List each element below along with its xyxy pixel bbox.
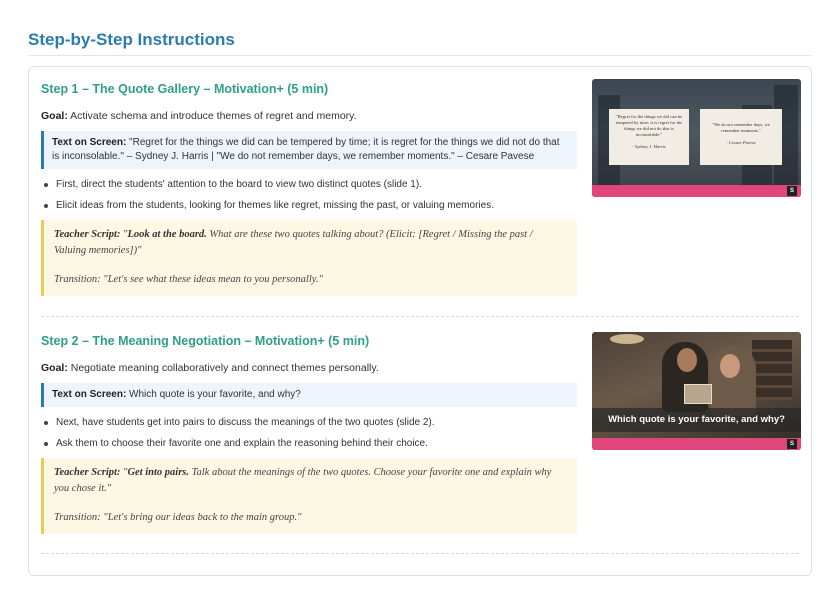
script-label: Teacher Script: (54, 467, 121, 478)
screen-text: "Regret for the things we did can be tem… (52, 137, 560, 162)
step-heading: Step 1 – The Quote Gallery – Motivation+… (41, 82, 329, 96)
person-face (720, 354, 740, 378)
brand-logo-icon: S (787, 186, 797, 196)
step-2: Step 2 – The Meaning Negotiation – Motiv… (41, 331, 577, 534)
screen-text: Which quote is your favorite, and why? (126, 389, 301, 400)
text-on-screen-box: Text on Screen: Which quote is your favo… (41, 383, 577, 407)
photo-shape (684, 384, 712, 404)
teacher-script-box: Teacher Script: "Get into pairs. Talk ab… (41, 458, 577, 534)
quote-1-text: "Regret for the things we did can be tem… (615, 114, 683, 137)
list-item: Next, have students get into pairs to di… (41, 416, 577, 430)
teacher-script-box: Teacher Script: "Look at the board. What… (41, 220, 577, 296)
slide-footer-bar (592, 438, 801, 450)
page-title: Step-by-Step Instructions (28, 30, 235, 49)
step-divider (41, 316, 799, 317)
list-item: Ask them to choose their favorite one an… (41, 437, 577, 451)
slide-caption: Which quote is your favorite, and why? (592, 408, 801, 432)
screen-label: Text on Screen: (52, 137, 127, 148)
step-heading: Step 2 – The Meaning Negotiation – Motiv… (41, 334, 370, 348)
step-1: Step 1 – The Quote Gallery – Motivation+… (41, 79, 577, 296)
step-bullets: First, direct the students' attention to… (41, 178, 577, 213)
screen-label: Text on Screen: (52, 389, 127, 400)
title-divider (28, 55, 812, 56)
list-item: First, direct the students' attention to… (41, 178, 577, 192)
slide-1-thumbnail: "Regret for the things we did can be tem… (592, 79, 801, 197)
person-face (677, 348, 697, 372)
quote-2-author: - Cesare Pavese (726, 140, 756, 145)
lamp-glow (610, 334, 644, 344)
list-item: Elicit ideas from the students, looking … (41, 199, 577, 213)
slide-2-thumbnail: Which quote is your favorite, and why? S (592, 332, 801, 450)
goal-text: Activate schema and introduce themes of … (67, 110, 357, 122)
goal-text: Negotiate meaning collaboratively and co… (67, 362, 379, 374)
transition-text: Transition: "Let's see what these ideas … (54, 274, 323, 285)
script-label: Teacher Script: (54, 229, 121, 240)
quote-1-author: - Sydney J. Harris (632, 144, 666, 149)
goal-label: Goal: (41, 110, 68, 122)
quote-2-text: "We do not remember days, we remember mo… (712, 122, 770, 133)
brand-logo-icon: S (787, 439, 797, 449)
quote-card-1: "Regret for the things we did can be tem… (609, 109, 689, 165)
bookshelf-shape (752, 340, 792, 400)
text-on-screen-box: Text on Screen: "Regret for the things w… (41, 131, 577, 169)
teacher-script: Teacher Script: "Look at the board. What… (54, 227, 567, 259)
step-bullets: Next, have students get into pairs to di… (41, 416, 577, 451)
quote-card-2: "We do not remember days, we remember mo… (700, 109, 782, 165)
slide-footer-bar (592, 185, 801, 197)
goal-label: Goal: (41, 362, 68, 374)
script-strong: Look at the board. (127, 229, 207, 240)
teacher-script: Teacher Script: "Get into pairs. Talk ab… (54, 465, 567, 497)
step-divider (41, 553, 799, 554)
step-goal: Goal: Activate schema and introduce them… (41, 109, 577, 123)
step-goal: Goal: Negotiate meaning collaboratively … (41, 361, 577, 375)
transition-text: Transition: "Let's bring our ideas back … (54, 512, 302, 523)
instructions-card: Step 1 – The Quote Gallery – Motivation+… (28, 66, 812, 576)
script-strong: Get into pairs. (127, 467, 190, 478)
